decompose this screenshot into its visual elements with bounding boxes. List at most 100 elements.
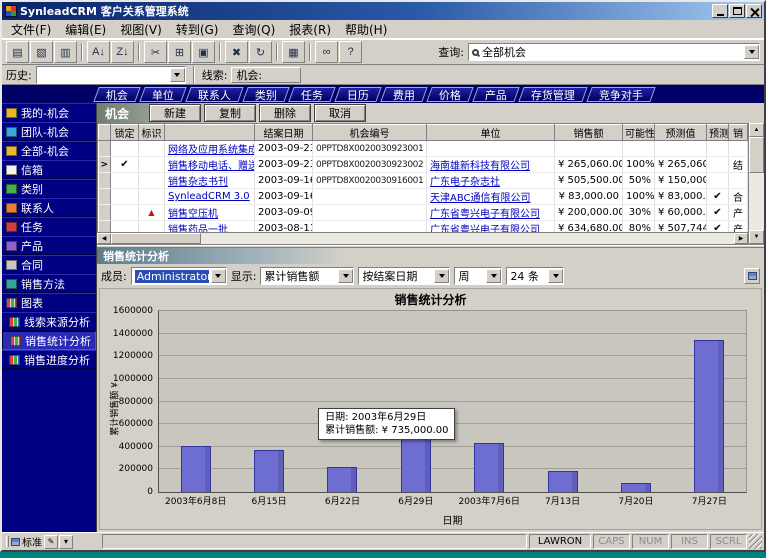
sidebar-item-6[interactable]: 任务: [2, 217, 96, 236]
count-combo[interactable]: 24 条: [506, 267, 564, 285]
sidebar-item-8[interactable]: 合同: [2, 255, 96, 274]
chart-bar[interactable]: [621, 483, 651, 492]
sidebar-item-0[interactable]: 我的-机会: [2, 103, 96, 122]
menu-item-3[interactable]: 转到(G): [169, 19, 226, 40]
title-bar[interactable]: SynleadCRM 客户关系管理系统: [2, 2, 764, 20]
column-header[interactable]: 锁定: [111, 125, 139, 141]
save-button[interactable]: ▥: [54, 41, 77, 63]
more-button[interactable]: ▾: [59, 535, 73, 549]
find-button[interactable]: ∞: [315, 41, 338, 63]
nav-tab-8[interactable]: 产品: [472, 87, 519, 102]
period-dropdown-arrow[interactable]: [486, 269, 501, 283]
sidebar-item-10[interactable]: 图表: [2, 293, 96, 312]
nav-tab-4[interactable]: 任务: [288, 87, 335, 102]
new-button[interactable]: ▤: [6, 41, 29, 63]
column-header[interactable]: 机会编号: [313, 125, 427, 141]
close-button[interactable]: [746, 4, 762, 18]
table-horizontal-scrollbar[interactable]: ◀ ▶: [97, 232, 748, 244]
table-row[interactable]: 销售杂志书刊2003-09-160PPTD8X0020030916001广东电子…: [99, 173, 748, 189]
unit-link[interactable]: 广东电子杂志社: [430, 177, 500, 188]
column-header[interactable]: 结案日期: [255, 125, 313, 141]
cut-button[interactable]: ✂: [144, 41, 167, 63]
column-header[interactable]: 可能性: [623, 125, 655, 141]
sidebar-item-7[interactable]: 产品: [2, 236, 96, 255]
sidebar-item-3[interactable]: 信箱: [2, 160, 96, 179]
member-dropdown-arrow[interactable]: [211, 269, 226, 283]
unit-link[interactable]: 广东省粤兴电子有限公司: [430, 225, 540, 232]
sort-descending-button[interactable]: Z↓: [111, 41, 134, 63]
member-combo[interactable]: Administrator: [131, 267, 227, 285]
chart-bar[interactable]: [694, 340, 724, 492]
resize-grip[interactable]: [749, 534, 762, 549]
minimize-button[interactable]: [712, 4, 728, 18]
unit-link[interactable]: 天津ABC通信有限公司: [430, 193, 531, 204]
nav-tab-3[interactable]: 类别: [242, 87, 289, 102]
column-header[interactable]: [99, 125, 111, 141]
nav-tab-6[interactable]: 费用: [380, 87, 427, 102]
title-link[interactable]: 网络及应用系统集成: [168, 145, 255, 156]
sidebar-item-9[interactable]: 销售方法: [2, 274, 96, 293]
unit-link[interactable]: 海南雄新科技有限公司: [430, 161, 530, 172]
column-header[interactable]: 标识: [139, 125, 165, 141]
chart-options-button[interactable]: [744, 268, 760, 284]
query-combo[interactable]: 全部机会: [468, 43, 760, 61]
title-link[interactable]: 销售空压机: [168, 209, 218, 220]
sidebar-item-13[interactable]: 销售进度分析: [2, 350, 96, 369]
column-header[interactable]: 预测: [707, 125, 729, 141]
paste-button[interactable]: ▣: [192, 41, 215, 63]
opportunity-action-2[interactable]: 删除: [259, 104, 311, 122]
menu-item-6[interactable]: 帮助(H): [338, 19, 394, 40]
sidebar-item-1[interactable]: 团队-机会: [2, 122, 96, 141]
opportunity-action-3[interactable]: 取消: [314, 104, 366, 122]
sidebar-item-11[interactable]: 线索来源分析: [2, 312, 96, 331]
nav-tab-10[interactable]: 竞争对手: [586, 87, 655, 102]
copy-button[interactable]: ⊞: [168, 41, 191, 63]
maximize-button[interactable]: [729, 4, 745, 18]
scroll-right-button[interactable]: ▶: [734, 233, 748, 244]
table-row[interactable]: ▲销售空压机2003-09-09广东省粤兴电子有限公司¥ 200,000.003…: [99, 205, 748, 221]
sort-ascending-button[interactable]: A↓: [87, 41, 110, 63]
print-button[interactable]: ▦: [282, 41, 305, 63]
sidebar-item-2[interactable]: 全部-机会: [2, 141, 96, 160]
delete-button[interactable]: ✖: [225, 41, 248, 63]
title-link[interactable]: 销售杂志书刊: [168, 177, 228, 188]
table-row[interactable]: 网络及应用系统集成2003-09-230PPTD8X0020030923001: [99, 141, 748, 157]
chart-bar[interactable]: [548, 471, 578, 492]
column-header[interactable]: 销售额: [555, 125, 623, 141]
menu-item-1[interactable]: 编辑(E): [58, 19, 113, 40]
title-link[interactable]: SynleadCRM 3.0: [168, 191, 250, 202]
refresh-button[interactable]: ↻: [249, 41, 272, 63]
opportunity-action-0[interactable]: 新建: [149, 104, 201, 122]
chart-bar[interactable]: [254, 450, 284, 492]
chart-bar[interactable]: [327, 467, 357, 492]
scroll-up-button[interactable]: ▲: [749, 123, 764, 137]
count-dropdown-arrow[interactable]: [548, 269, 563, 283]
sidebar-item-4[interactable]: 类别: [2, 179, 96, 198]
scroll-down-button[interactable]: ▼: [749, 230, 764, 244]
menu-item-0[interactable]: 文件(F): [4, 19, 58, 40]
sidebar-item-12[interactable]: 销售统计分析: [2, 331, 96, 350]
column-header[interactable]: 单位: [427, 125, 555, 141]
opportunity-action-1[interactable]: 复制: [204, 104, 256, 122]
table-row[interactable]: >✔销售移动电话、赠送2003-09-230PPTD8X002003092300…: [99, 157, 748, 173]
chart-bar[interactable]: [474, 443, 504, 492]
chart-bar[interactable]: [181, 446, 211, 492]
column-header[interactable]: 预测值: [655, 125, 707, 141]
open-button[interactable]: ▧: [30, 41, 53, 63]
history-dropdown-arrow[interactable]: [170, 68, 185, 82]
nav-tab-9[interactable]: 存货管理: [518, 87, 587, 102]
table-row[interactable]: 销售药品一批2003-08-11广东省粤兴电子有限公司¥ 634,680.008…: [99, 221, 748, 233]
column-header[interactable]: 销: [729, 125, 748, 141]
grip-icon[interactable]: [6, 536, 9, 547]
table-row[interactable]: SynleadCRM 3.02003-09-16天津ABC通信有限公司¥ 83,…: [99, 189, 748, 205]
nav-tab-5[interactable]: 日历: [334, 87, 381, 102]
column-header[interactable]: [165, 125, 255, 141]
menu-item-2[interactable]: 视图(V): [113, 19, 169, 40]
title-link[interactable]: 销售移动电话、赠送: [168, 161, 255, 172]
nav-tab-1[interactable]: 单位: [139, 87, 186, 102]
display-combo[interactable]: 累计销售额: [260, 267, 354, 285]
nav-tab-0[interactable]: 机会: [93, 87, 140, 102]
nav-tab-7[interactable]: 价格: [426, 87, 473, 102]
sidebar-item-5[interactable]: 联系人: [2, 198, 96, 217]
group-by-combo[interactable]: 按结案日期: [358, 267, 450, 285]
